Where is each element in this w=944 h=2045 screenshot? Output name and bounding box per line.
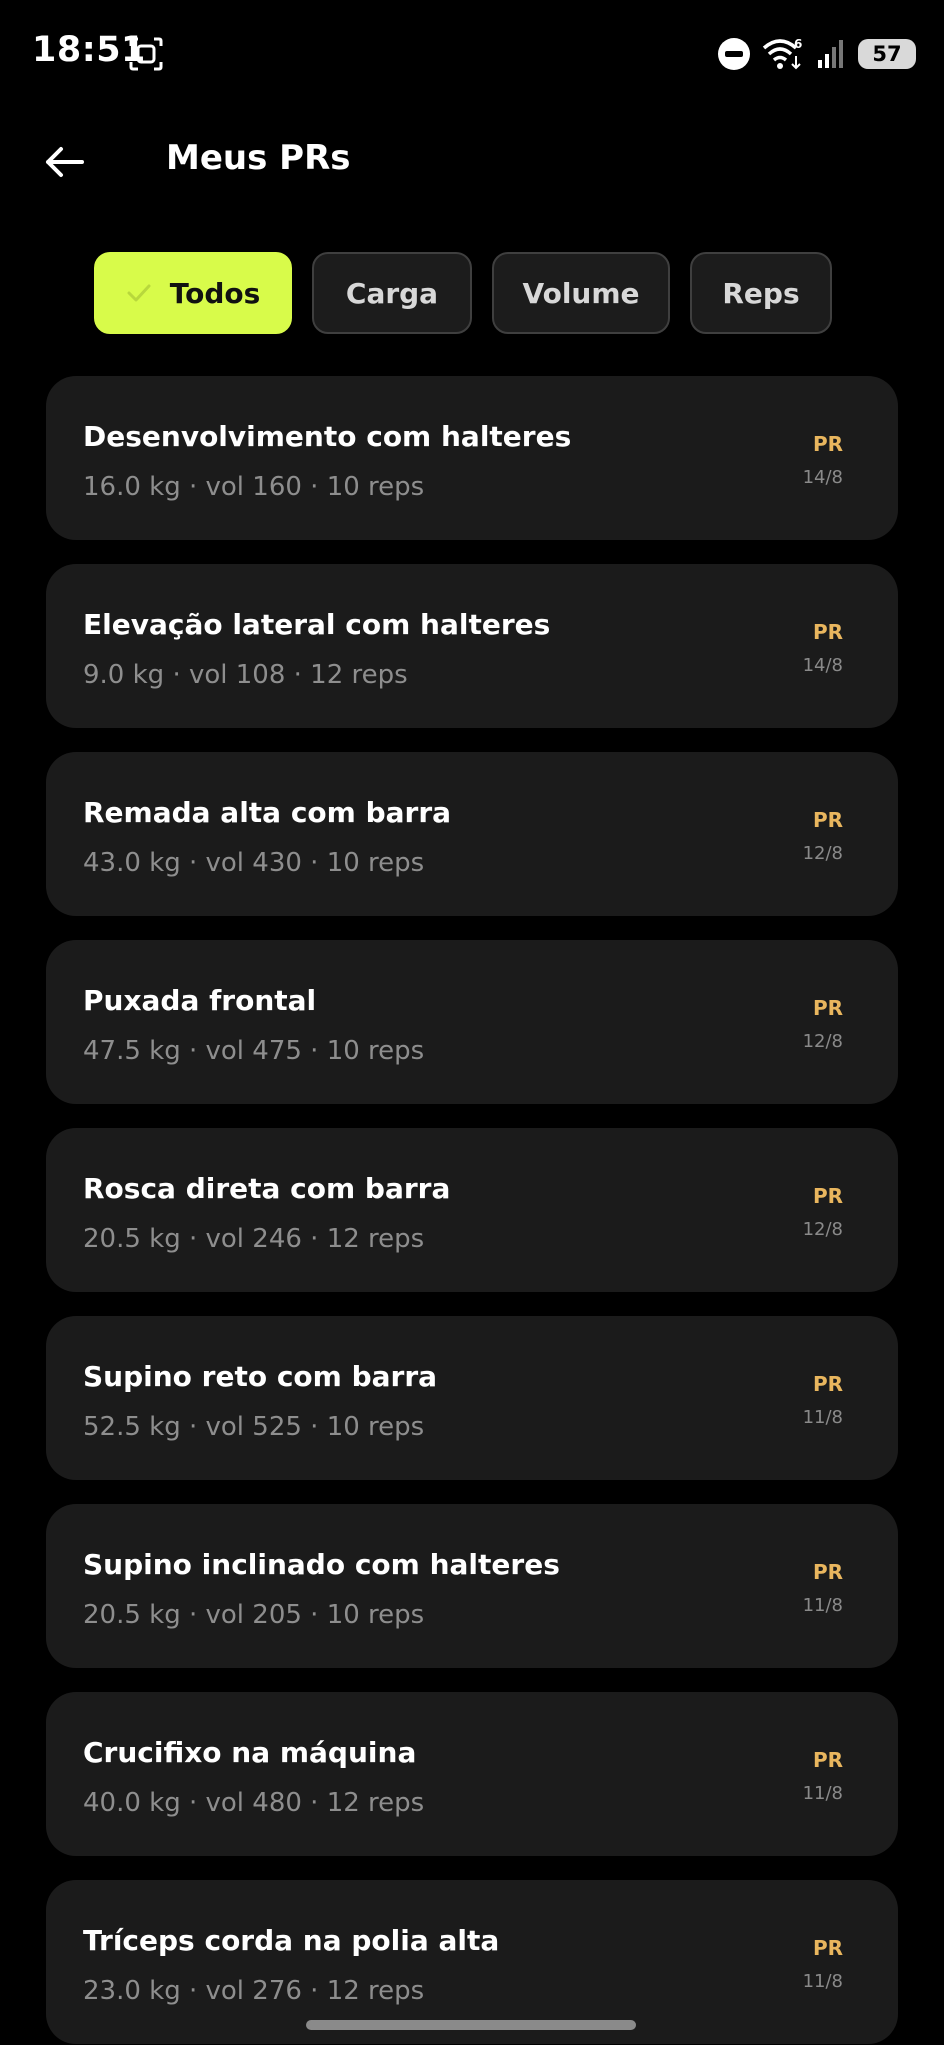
pr-date: 11/8 <box>802 1407 843 1428</box>
exercise-name: Rosca direta com barra <box>83 1172 451 1205</box>
exercise-name: Crucifixo na máquina <box>83 1736 417 1769</box>
pr-badge: PR <box>812 432 843 456</box>
pr-card[interactable]: Desenvolvimento com halteres 16.0 kg · v… <box>46 376 898 540</box>
pr-card[interactable]: Supino reto com barra 52.5 kg · vol 525 … <box>46 1316 898 1480</box>
exercise-details: 20.5 kg · vol 246 · 12 reps <box>83 1224 425 1254</box>
exercise-details: 47.5 kg · vol 475 · 10 reps <box>83 1036 425 1066</box>
pr-date: 14/8 <box>802 467 843 488</box>
app-header: Meus PRs <box>0 110 944 210</box>
exercise-name: Supino reto com barra <box>83 1360 438 1393</box>
exercise-details: 40.0 kg · vol 480 · 12 reps <box>83 1788 425 1818</box>
filter-chip-reps[interactable]: Reps <box>690 252 832 334</box>
exercise-details: 9.0 kg · vol 108 · 12 reps <box>83 660 408 690</box>
exercise-name: Desenvolvimento com halteres <box>83 420 572 453</box>
pr-card[interactable]: Puxada frontal 47.5 kg · vol 475 · 10 re… <box>46 940 898 1104</box>
back-button[interactable] <box>36 134 92 190</box>
pr-badge: PR <box>812 1936 843 1960</box>
exercise-details: 43.0 kg · vol 430 · 10 reps <box>83 848 425 878</box>
pr-badge: PR <box>812 620 843 644</box>
pr-badge: PR <box>812 996 843 1020</box>
pr-badge: PR <box>812 1184 843 1208</box>
pr-card[interactable]: Remada alta com barra 43.0 kg · vol 430 … <box>46 752 898 916</box>
filter-chip-label: Carga <box>345 276 439 310</box>
filter-chips: Todos Carga Volume Reps <box>94 252 832 334</box>
signal-icon <box>818 40 843 68</box>
status-icons: 6 57 <box>718 34 916 74</box>
pr-date: 11/8 <box>802 1971 843 1992</box>
exercise-details: 20.5 kg · vol 205 · 10 reps <box>83 1600 425 1630</box>
pr-date: 12/8 <box>802 1031 843 1052</box>
status-bar: 18:51 6 57 <box>0 0 944 110</box>
pr-date: 11/8 <box>802 1783 843 1804</box>
battery-indicator: 57 <box>858 39 916 69</box>
screenshot-icon <box>129 37 163 71</box>
exercise-name: Elevação lateral com halteres <box>83 608 551 641</box>
check-icon <box>126 280 152 306</box>
filter-chip-label: Reps <box>722 276 800 310</box>
pr-date: 11/8 <box>802 1595 843 1616</box>
exercise-details: 16.0 kg · vol 160 · 10 reps <box>83 472 425 502</box>
pr-badge: PR <box>812 1372 843 1396</box>
do-not-disturb-icon <box>718 38 750 70</box>
pr-date: 14/8 <box>802 655 843 676</box>
exercise-name: Tríceps corda na polia alta <box>83 1924 500 1957</box>
exercise-name: Supino inclinado com halteres <box>83 1548 560 1581</box>
filter-chip-todos[interactable]: Todos <box>94 252 292 334</box>
pr-badge: PR <box>812 808 843 832</box>
page-title: Meus PRs <box>166 138 351 178</box>
exercise-name: Remada alta com barra <box>83 796 452 829</box>
pr-list: Desenvolvimento com halteres 16.0 kg · v… <box>46 376 898 2045</box>
pr-card[interactable]: Rosca direta com barra 20.5 kg · vol 246… <box>46 1128 898 1292</box>
wifi-badge: 6 <box>794 37 802 51</box>
wifi-icon: 6 <box>762 37 802 70</box>
exercise-details: 23.0 kg · vol 276 · 12 reps <box>83 1976 425 2006</box>
filter-chip-carga[interactable]: Carga <box>312 252 472 334</box>
pr-date: 12/8 <box>802 1219 843 1240</box>
pr-date: 12/8 <box>802 843 843 864</box>
exercise-details: 52.5 kg · vol 525 · 10 reps <box>83 1412 425 1442</box>
home-indicator[interactable] <box>306 2020 636 2030</box>
filter-chip-volume[interactable]: Volume <box>492 252 670 334</box>
pr-card[interactable]: Elevação lateral com halteres 9.0 kg · v… <box>46 564 898 728</box>
pr-badge: PR <box>812 1560 843 1584</box>
arrow-left-icon <box>46 147 84 177</box>
pr-badge: PR <box>812 1748 843 1772</box>
exercise-name: Puxada frontal <box>83 984 317 1017</box>
filter-chip-label: Volume <box>522 276 640 310</box>
filter-chip-label: Todos <box>169 276 261 310</box>
pr-card[interactable]: Crucifixo na máquina 40.0 kg · vol 480 ·… <box>46 1692 898 1856</box>
pr-card[interactable]: Supino inclinado com halteres 20.5 kg · … <box>46 1504 898 1668</box>
